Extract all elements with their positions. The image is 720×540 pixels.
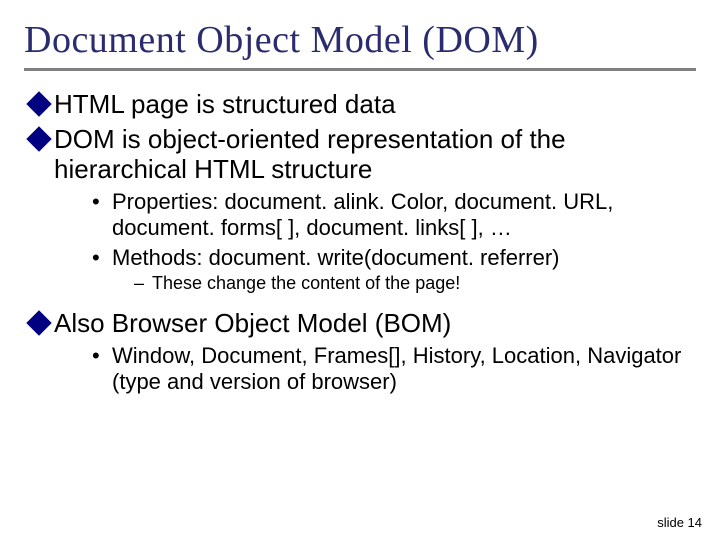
bullet-2-sub-2: • Methods: document. write(document. ref… (92, 245, 696, 271)
bullet-2-sub-2-note: – These change the content of the page! (134, 273, 696, 295)
bullet-3-text: Also Browser Object Model (BOM) (54, 308, 451, 339)
dash-bullet-icon: – (134, 273, 146, 295)
diamond-bullet-icon (26, 126, 51, 151)
bullet-3: Also Browser Object Model (BOM) (30, 308, 696, 339)
bullet-3-sub-1: • Window, Document, Frames[], History, L… (92, 343, 696, 395)
bullet-1-text: HTML page is structured data (54, 89, 396, 120)
diamond-bullet-icon (26, 91, 51, 116)
slide-number: slide 14 (657, 515, 702, 530)
title-rule (24, 68, 696, 71)
bullet-2-sub-1-text: Properties: document. alink. Color, docu… (112, 189, 696, 241)
bullet-3-sub-1-text: Window, Document, Frames[], History, Loc… (112, 343, 696, 395)
dot-bullet-icon: • (92, 191, 104, 213)
slide-title: Document Object Model (DOM) (24, 18, 696, 62)
bullet-2-sub-1: • Properties: document. alink. Color, do… (92, 189, 696, 241)
slide: Document Object Model (DOM) HTML page is… (0, 0, 720, 540)
dot-bullet-icon: • (92, 345, 104, 367)
bullet-2: DOM is object-oriented representation of… (30, 124, 696, 185)
dot-bullet-icon: • (92, 247, 104, 269)
bullet-2-sub-2-text: Methods: document. write(document. refer… (112, 245, 560, 271)
diamond-bullet-icon (26, 311, 51, 336)
bullet-2-text: DOM is object-oriented representation of… (54, 124, 696, 185)
bullet-1: HTML page is structured data (30, 89, 696, 120)
bullet-2-sub-2-note-text: These change the content of the page! (152, 273, 460, 295)
